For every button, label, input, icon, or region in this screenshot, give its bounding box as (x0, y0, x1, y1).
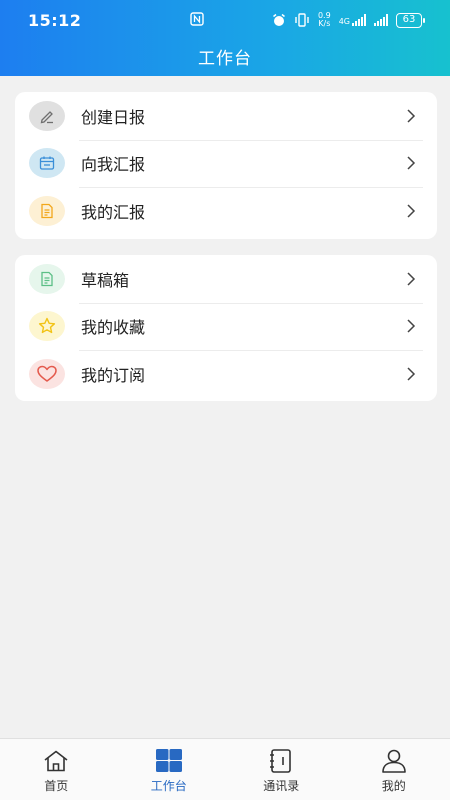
contacts-book-icon (270, 749, 292, 773)
tab-label: 我的 (381, 779, 406, 793)
user-icon (381, 749, 406, 773)
calendar-icon (29, 148, 65, 179)
alarm-icon (273, 13, 285, 26)
personal-menu-card: 草稿箱 我的收藏 我的订阅 (15, 255, 437, 401)
tab-label: 工作台 (150, 779, 187, 793)
status-bar: 15:12 0.9 K/s 4G 63 (0, 0, 450, 40)
tab-workbench[interactable]: 工作台 (113, 739, 226, 800)
mobile-signal: 4G (339, 14, 366, 26)
signal-bars-icon (352, 14, 366, 26)
report-menu-card: 创建日报 向我汇报 我的汇报 (15, 92, 437, 239)
home-icon (44, 750, 68, 772)
status-icons: 0.9 K/s 4G 63 (272, 12, 425, 28)
my-reports-item[interactable]: 我的汇报 (15, 187, 437, 235)
chevron-right-icon (407, 204, 416, 218)
battery-indicator: 63 (396, 12, 425, 28)
chevron-right-icon (407, 319, 416, 333)
my-favorites-item[interactable]: 我的收藏 (15, 302, 437, 351)
net-speed: 0.9 K/s (318, 12, 331, 28)
row-label: 向我汇报 (81, 155, 146, 175)
reports-to-me-item[interactable]: 向我汇报 (15, 139, 437, 188)
drafts-item[interactable]: 草稿箱 (15, 255, 437, 303)
tab-label: 首页 (44, 779, 69, 793)
star-icon (29, 311, 65, 342)
tab-me[interactable]: 我的 (338, 739, 450, 800)
row-label: 我的收藏 (81, 318, 146, 338)
draft-icon (29, 263, 65, 294)
app-header: 15:12 0.9 K/s 4G 63 工作台 (0, 0, 450, 76)
chevron-right-icon (407, 109, 416, 123)
heart-icon (29, 358, 65, 389)
document-icon (29, 195, 65, 226)
network-type: 4G (338, 17, 350, 26)
row-label: 草稿箱 (81, 270, 130, 290)
row-label: 我的订阅 (81, 365, 146, 385)
bottom-tab-bar: 首页 工作台 通讯录 我的 (0, 738, 450, 800)
row-label: 创建日报 (81, 107, 146, 127)
row-label: 我的汇报 (81, 202, 146, 222)
chevron-right-icon (407, 367, 416, 381)
pen-icon (29, 100, 65, 131)
create-daily-report-item[interactable]: 创建日报 (15, 92, 437, 140)
chevron-right-icon (407, 156, 416, 170)
signal-bars-2-icon (374, 14, 388, 26)
tab-label: 通讯录 (263, 779, 300, 793)
tab-home[interactable]: 首页 (0, 739, 113, 800)
tab-contacts[interactable]: 通讯录 (225, 739, 338, 800)
nfc-icon (190, 12, 204, 26)
page-title: 工作台 (198, 49, 252, 69)
chevron-right-icon (407, 272, 416, 286)
status-time: 15:12 (28, 10, 82, 30)
net-speed-unit: K/s (318, 19, 331, 28)
grid-icon (155, 749, 182, 772)
my-subscriptions-item[interactable]: 我的订阅 (15, 350, 437, 398)
vibrate-icon (295, 13, 309, 27)
